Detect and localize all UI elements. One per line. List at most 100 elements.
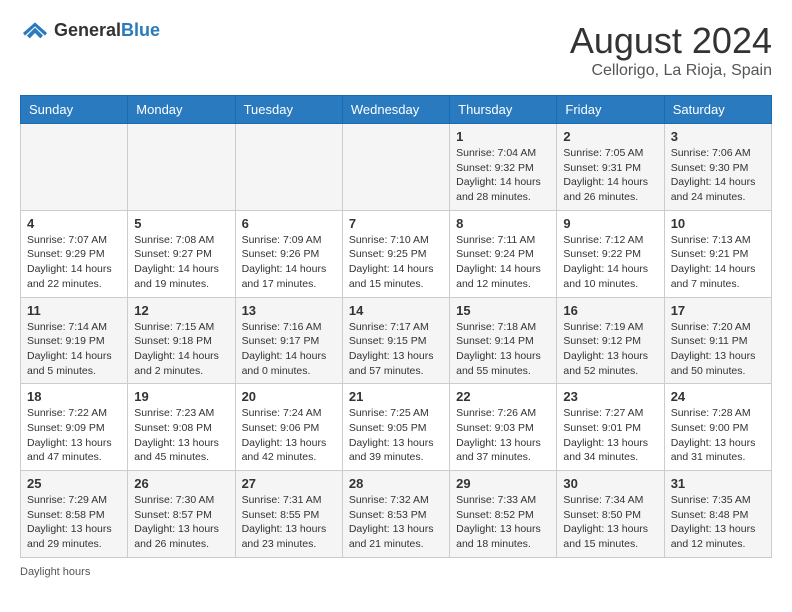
day-number-13: 13 [242, 303, 336, 318]
day-cell-27: 27 Sunrise: 7:31 AM Sunset: 8:55 PM Dayli… [235, 471, 342, 558]
empty-cell [128, 124, 235, 211]
week-row-3: 11Sunrise: 7:14 AM Sunset: 9:19 PM Dayli… [21, 297, 772, 384]
day-cell-14: 14 Sunrise: 7:17 AM Sunset: 9:15 PM Dayli… [342, 297, 449, 384]
day-number-19: 19 [134, 389, 228, 404]
day-info-3: Sunrise: 7:06 AM Sunset: 9:30 PM Dayligh… [671, 146, 765, 205]
day-cell-31: 31Sunrise: 7:35 AM Sunset: 8:48 PM Dayli… [664, 471, 771, 558]
day-cell-9: 9 Sunrise: 7:12 AM Sunset: 9:22 PM Daylig… [557, 210, 664, 297]
day-info-4: Sunrise: 7:07 AM Sunset: 9:29 PM Dayligh… [27, 233, 121, 292]
day-info-13: Sunrise: 7:16 AM Sunset: 9:17 PM Dayligh… [242, 320, 336, 379]
day-info-28: Sunrise: 7:32 AM Sunset: 8:53 PM Dayligh… [349, 493, 443, 552]
header: GeneralBlue August 2024 Cellorigo, La Ri… [20, 20, 772, 80]
day-header-thursday: Thursday [450, 96, 557, 124]
empty-cell [342, 124, 449, 211]
day-number-14: 14 [349, 303, 443, 318]
day-info-16: Sunrise: 7:19 AM Sunset: 9:12 PM Dayligh… [563, 320, 657, 379]
day-info-2: Sunrise: 7:05 AM Sunset: 9:31 PM Dayligh… [563, 146, 657, 205]
day-number-28: 28 [349, 476, 443, 491]
day-cell-23: 23Sunrise: 7:27 AM Sunset: 9:01 PM Dayli… [557, 384, 664, 471]
day-cell-8: 8Sunrise: 7:11 AM Sunset: 9:24 PM Daylig… [450, 210, 557, 297]
day-header-wednesday: Wednesday [342, 96, 449, 124]
day-number-4: 4 [27, 216, 121, 231]
logo-icon [20, 21, 50, 41]
day-cell-15: 15 Sunrise: 7:18 AM Sunset: 9:14 PM Dayli… [450, 297, 557, 384]
day-info-17: Sunrise: 7:20 AM Sunset: 9:11 PM Dayligh… [671, 320, 765, 379]
day-number-15: 15 [456, 303, 550, 318]
day-cell-29: 29 Sunrise: 7:33 AM Sunset: 8:52 PM Dayli… [450, 471, 557, 558]
day-cell-11: 11Sunrise: 7:14 AM Sunset: 9:19 PM Dayli… [21, 297, 128, 384]
day-info-25: Sunrise: 7:29 AM Sunset: 8:58 PM Dayligh… [27, 493, 121, 552]
week-row-2: 4 Sunrise: 7:07 AM Sunset: 9:29 PM Daylig… [21, 210, 772, 297]
day-cell-26: 26Sunrise: 7:30 AM Sunset: 8:57 PM Dayli… [128, 471, 235, 558]
header-row: SundayMondayTuesdayWednesdayThursdayFrid… [21, 96, 772, 124]
day-cell-7: 7 Sunrise: 7:10 AM Sunset: 9:25 PM Daylig… [342, 210, 449, 297]
day-number-7: 7 [349, 216, 443, 231]
day-cell-22: 22 Sunrise: 7:26 AM Sunset: 9:03 PM Dayli… [450, 384, 557, 471]
day-cell-6: 6Sunrise: 7:09 AM Sunset: 9:26 PM Daylig… [235, 210, 342, 297]
day-number-10: 10 [671, 216, 765, 231]
day-number-5: 5 [134, 216, 228, 231]
week-row-5: 25 Sunrise: 7:29 AM Sunset: 8:58 PM Dayli… [21, 471, 772, 558]
week-row-4: 18Sunrise: 7:22 AM Sunset: 9:09 PM Dayli… [21, 384, 772, 471]
day-cell-12: 12 Sunrise: 7:15 AM Sunset: 9:18 PM Dayli… [128, 297, 235, 384]
day-cell-2: 2 Sunrise: 7:05 AM Sunset: 9:31 PM Daylig… [557, 124, 664, 211]
day-info-22: Sunrise: 7:26 AM Sunset: 9:03 PM Dayligh… [456, 406, 550, 465]
day-info-7: Sunrise: 7:10 AM Sunset: 9:25 PM Dayligh… [349, 233, 443, 292]
day-number-17: 17 [671, 303, 765, 318]
day-cell-10: 10 Sunrise: 7:13 AM Sunset: 9:21 PM Dayli… [664, 210, 771, 297]
day-cell-28: 28 Sunrise: 7:32 AM Sunset: 8:53 PM Dayli… [342, 471, 449, 558]
day-cell-18: 18Sunrise: 7:22 AM Sunset: 9:09 PM Dayli… [21, 384, 128, 471]
day-info-20: Sunrise: 7:24 AM Sunset: 9:06 PM Dayligh… [242, 406, 336, 465]
day-number-12: 12 [134, 303, 228, 318]
day-info-30: Sunrise: 7:34 AM Sunset: 8:50 PM Dayligh… [563, 493, 657, 552]
day-number-29: 29 [456, 476, 550, 491]
day-number-22: 22 [456, 389, 550, 404]
day-info-12: Sunrise: 7:15 AM Sunset: 9:18 PM Dayligh… [134, 320, 228, 379]
day-number-2: 2 [563, 129, 657, 144]
logo: GeneralBlue [20, 20, 160, 41]
day-info-27: Sunrise: 7:31 AM Sunset: 8:55 PM Dayligh… [242, 493, 336, 552]
day-number-9: 9 [563, 216, 657, 231]
day-number-21: 21 [349, 389, 443, 404]
day-cell-13: 13 Sunrise: 7:16 AM Sunset: 9:17 PM Dayli… [235, 297, 342, 384]
day-header-saturday: Saturday [664, 96, 771, 124]
day-info-10: Sunrise: 7:13 AM Sunset: 9:21 PM Dayligh… [671, 233, 765, 292]
week-row-1: 1 Sunrise: 7:04 AM Sunset: 9:32 PM Daylig… [21, 124, 772, 211]
day-cell-5: 5 Sunrise: 7:08 AM Sunset: 9:27 PM Daylig… [128, 210, 235, 297]
day-number-1: 1 [456, 129, 550, 144]
day-info-26: Sunrise: 7:30 AM Sunset: 8:57 PM Dayligh… [134, 493, 228, 552]
day-number-16: 16 [563, 303, 657, 318]
day-info-14: Sunrise: 7:17 AM Sunset: 9:15 PM Dayligh… [349, 320, 443, 379]
calendar-table: SundayMondayTuesdayWednesdayThursdayFrid… [20, 95, 772, 558]
day-number-24: 24 [671, 389, 765, 404]
day-number-25: 25 [27, 476, 121, 491]
day-number-3: 3 [671, 129, 765, 144]
calendar-subtitle: Cellorigo, La Rioja, Spain [570, 62, 772, 80]
day-header-monday: Monday [128, 96, 235, 124]
logo-general: General [54, 20, 121, 40]
day-cell-25: 25 Sunrise: 7:29 AM Sunset: 8:58 PM Dayli… [21, 471, 128, 558]
day-cell-17: 17 Sunrise: 7:20 AM Sunset: 9:11 PM Dayli… [664, 297, 771, 384]
day-cell-3: 3 Sunrise: 7:06 AM Sunset: 9:30 PM Daylig… [664, 124, 771, 211]
day-cell-19: 19 Sunrise: 7:23 AM Sunset: 9:08 PM Dayli… [128, 384, 235, 471]
day-info-19: Sunrise: 7:23 AM Sunset: 9:08 PM Dayligh… [134, 406, 228, 465]
day-cell-24: 24 Sunrise: 7:28 AM Sunset: 9:00 PM Dayli… [664, 384, 771, 471]
day-info-18: Sunrise: 7:22 AM Sunset: 9:09 PM Dayligh… [27, 406, 121, 465]
day-cell-30: 30Sunrise: 7:34 AM Sunset: 8:50 PM Dayli… [557, 471, 664, 558]
day-info-15: Sunrise: 7:18 AM Sunset: 9:14 PM Dayligh… [456, 320, 550, 379]
day-info-21: Sunrise: 7:25 AM Sunset: 9:05 PM Dayligh… [349, 406, 443, 465]
day-number-31: 31 [671, 476, 765, 491]
empty-cell [235, 124, 342, 211]
day-number-27: 27 [242, 476, 336, 491]
day-info-1: Sunrise: 7:04 AM Sunset: 9:32 PM Dayligh… [456, 146, 550, 205]
day-info-9: Sunrise: 7:12 AM Sunset: 9:22 PM Dayligh… [563, 233, 657, 292]
empty-cell [21, 124, 128, 211]
day-info-29: Sunrise: 7:33 AM Sunset: 8:52 PM Dayligh… [456, 493, 550, 552]
day-number-8: 8 [456, 216, 550, 231]
day-header-tuesday: Tuesday [235, 96, 342, 124]
day-cell-21: 21 Sunrise: 7:25 AM Sunset: 9:05 PM Dayli… [342, 384, 449, 471]
day-info-24: Sunrise: 7:28 AM Sunset: 9:00 PM Dayligh… [671, 406, 765, 465]
logo-blue: Blue [121, 20, 160, 40]
day-number-6: 6 [242, 216, 336, 231]
day-info-5: Sunrise: 7:08 AM Sunset: 9:27 PM Dayligh… [134, 233, 228, 292]
